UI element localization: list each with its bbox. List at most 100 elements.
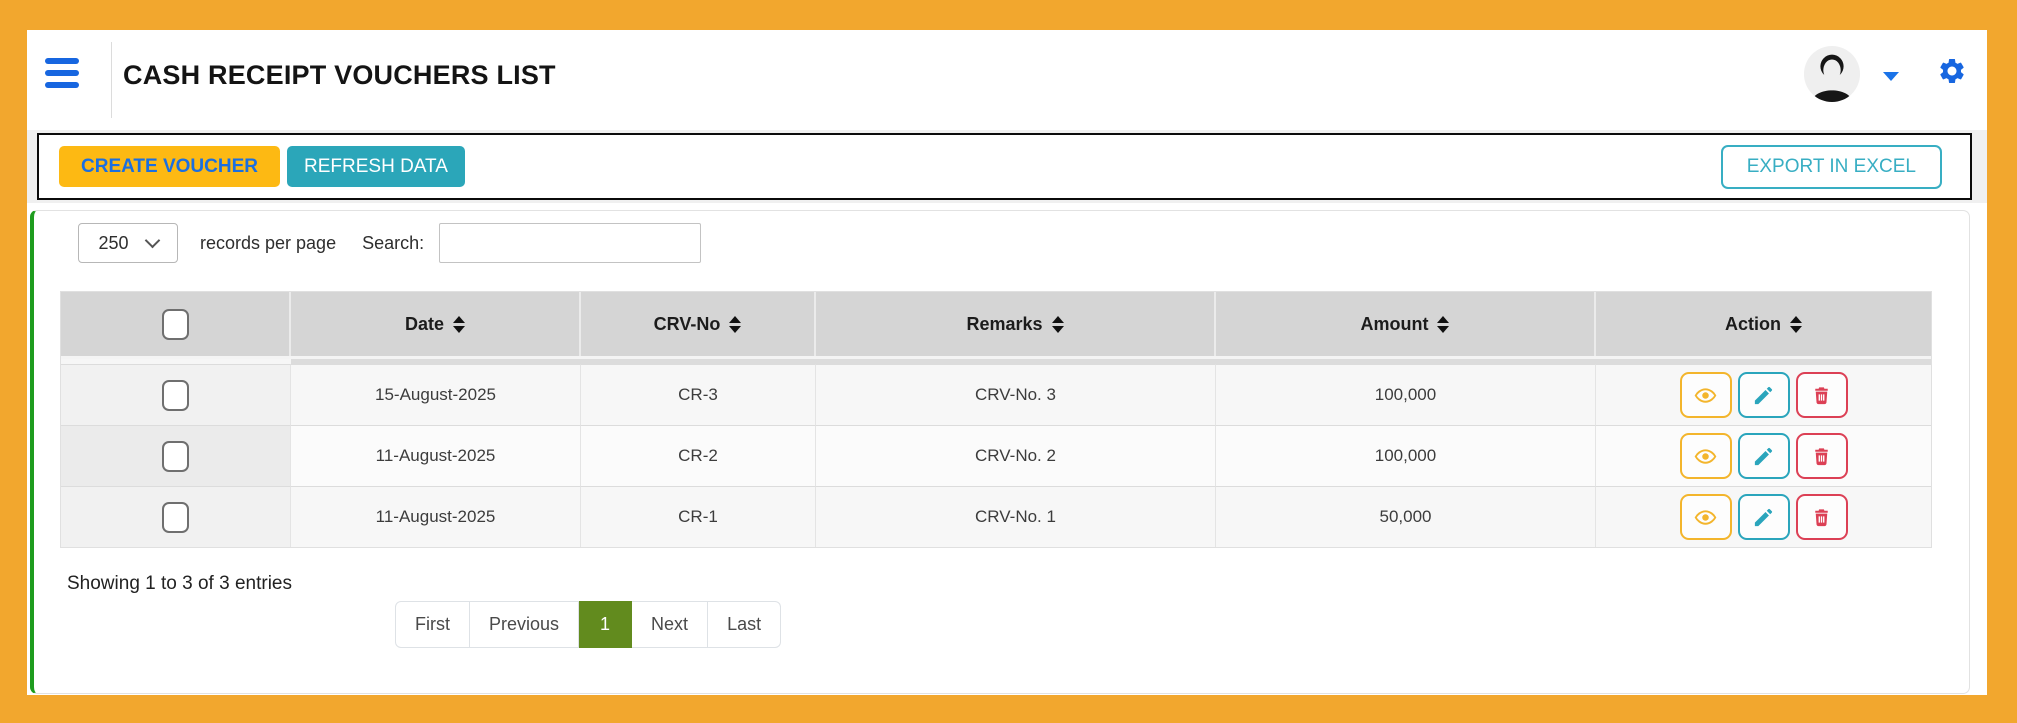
search-input[interactable]	[439, 223, 701, 263]
sort-icon	[1052, 316, 1064, 333]
column-header-label: Action	[1725, 314, 1781, 335]
row-checkbox[interactable]	[162, 380, 189, 411]
sliver-cell	[581, 356, 816, 364]
column-header-label: CRV-No	[654, 314, 721, 335]
delete-button[interactable]	[1796, 494, 1848, 540]
select-all-checkbox[interactable]	[162, 309, 189, 340]
cell-amount: 50,000	[1216, 486, 1596, 547]
sliver-cell	[816, 356, 1216, 364]
sort-icon	[1437, 316, 1449, 333]
sliver-cell	[1596, 356, 1931, 364]
view-button[interactable]	[1680, 372, 1732, 418]
cell-date: 11-August-2025	[291, 425, 581, 486]
pagination: First Previous 1 Next Last	[395, 601, 781, 648]
column-header-date[interactable]: Date	[291, 292, 581, 356]
column-header-crv-no[interactable]: CRV-No	[581, 292, 816, 356]
column-header-amount[interactable]: Amount	[1216, 292, 1596, 356]
delete-button[interactable]	[1796, 372, 1848, 418]
cell-crv-no: CR-2	[581, 425, 816, 486]
table-scroll-sliver	[61, 356, 1931, 364]
edit-button[interactable]	[1738, 433, 1790, 479]
cell-date: 11-August-2025	[291, 486, 581, 547]
pencil-icon	[1752, 506, 1775, 529]
row-actions	[1680, 372, 1848, 418]
hamburger-menu-icon[interactable]	[45, 58, 79, 88]
row-checkbox[interactable]	[162, 441, 189, 472]
table-body: 15-August-2025CR-3CRV-No. 3100,00011-Aug…	[61, 364, 1931, 547]
cell-crv-no: CR-3	[581, 364, 816, 425]
table-controls: 250 records per page Search:	[78, 223, 701, 263]
sort-icon	[729, 316, 741, 333]
table-row: 11-August-2025CR-1CRV-No. 150,000	[61, 486, 1931, 547]
content-area: CASH RECEIPT VOUCHERS LIST	[27, 30, 1987, 695]
cell-remarks: CRV-No. 2	[816, 425, 1216, 486]
toolbar: CREATE VOUCHER REFRESH DATA EXPORT IN EX…	[37, 133, 1972, 200]
page-title: CASH RECEIPT VOUCHERS LIST	[123, 60, 556, 91]
user-avatar-icon[interactable]	[1803, 45, 1861, 103]
cell-remarks: CRV-No. 3	[816, 364, 1216, 425]
column-header-label: Date	[405, 314, 444, 335]
create-voucher-button[interactable]: CREATE VOUCHER	[59, 146, 280, 187]
sort-icon	[453, 316, 465, 333]
eye-icon	[1692, 445, 1719, 468]
sliver-cell	[61, 356, 291, 364]
pencil-icon	[1752, 384, 1775, 407]
showing-entries-text: Showing 1 to 3 of 3 entries	[67, 573, 292, 595]
pagination-last-button[interactable]: Last	[708, 601, 781, 648]
delete-button[interactable]	[1796, 433, 1848, 479]
sliver-cell	[291, 356, 581, 364]
cell-date: 15-August-2025	[291, 364, 581, 425]
row-checkbox[interactable]	[162, 502, 189, 533]
header-divider	[111, 42, 112, 118]
cell-amount: 100,000	[1216, 425, 1596, 486]
row-actions	[1680, 433, 1848, 479]
cell-action	[1596, 425, 1931, 486]
gear-icon[interactable]	[1937, 56, 1967, 86]
toolbar-band: CREATE VOUCHER REFRESH DATA EXPORT IN EX…	[27, 130, 1987, 203]
trash-icon	[1810, 506, 1833, 529]
select-chevron-icon	[144, 233, 160, 249]
cell-crv-no: CR-1	[581, 486, 816, 547]
select-all-header-cell	[61, 292, 291, 356]
vouchers-table: Date CRV-No Remarks Amount Action 15-August-…	[60, 291, 1932, 548]
sort-icon	[1790, 316, 1802, 333]
export-excel-button[interactable]: EXPORT IN EXCEL	[1721, 145, 1942, 189]
row-checkbox-cell	[61, 364, 291, 425]
cell-action	[1596, 486, 1931, 547]
eye-icon	[1692, 506, 1719, 529]
pagination-first-button[interactable]: First	[395, 601, 470, 648]
row-actions	[1680, 494, 1848, 540]
records-per-page-label: records per page	[200, 233, 336, 254]
pagination-previous-button[interactable]: Previous	[470, 601, 579, 648]
app-window: CASH RECEIPT VOUCHERS LIST	[0, 0, 2017, 723]
table-row: 11-August-2025CR-2CRV-No. 2100,000	[61, 425, 1931, 486]
eye-icon	[1692, 384, 1719, 407]
column-header-label: Amount	[1361, 314, 1429, 335]
edit-button[interactable]	[1738, 494, 1790, 540]
vouchers-card: 250 records per page Search: Date CRV-No R…	[30, 210, 1970, 694]
column-header-action[interactable]: Action	[1596, 292, 1931, 356]
cell-remarks: CRV-No. 1	[816, 486, 1216, 547]
view-button[interactable]	[1680, 433, 1732, 479]
row-checkbox-cell	[61, 425, 291, 486]
top-header: CASH RECEIPT VOUCHERS LIST	[27, 30, 1987, 130]
sliver-cell	[1216, 356, 1596, 364]
view-button[interactable]	[1680, 494, 1732, 540]
trash-icon	[1810, 384, 1833, 407]
pagination-next-button[interactable]: Next	[632, 601, 708, 648]
pagination-current-page[interactable]: 1	[579, 601, 632, 648]
row-checkbox-cell	[61, 486, 291, 547]
page-size-value: 250	[98, 233, 128, 254]
table-header-row: Date CRV-No Remarks Amount Action	[61, 292, 1931, 356]
pencil-icon	[1752, 445, 1775, 468]
cell-amount: 100,000	[1216, 364, 1596, 425]
column-header-label: Remarks	[966, 314, 1042, 335]
trash-icon	[1810, 445, 1833, 468]
edit-button[interactable]	[1738, 372, 1790, 418]
chevron-down-icon[interactable]	[1883, 72, 1899, 81]
cell-action	[1596, 364, 1931, 425]
search-label: Search:	[362, 233, 424, 254]
column-header-remarks[interactable]: Remarks	[816, 292, 1216, 356]
refresh-data-button[interactable]: REFRESH DATA	[287, 146, 465, 187]
page-size-select[interactable]: 250	[78, 223, 178, 263]
